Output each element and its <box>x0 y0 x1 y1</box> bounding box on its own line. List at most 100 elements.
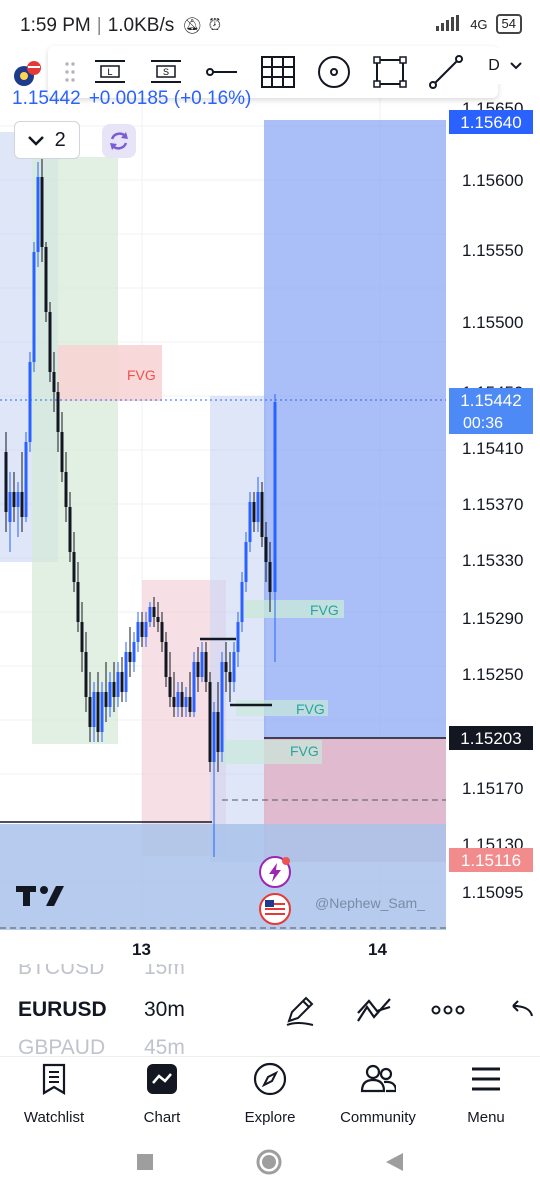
alarm-icon: ⏰︎ <box>208 17 222 34</box>
status-right: 4G 54 <box>436 14 522 34</box>
candle-body <box>144 622 148 637</box>
price-tag-top-blue: 1.15640 <box>449 110 533 134</box>
candle-body <box>56 392 60 432</box>
candle-body <box>60 432 64 472</box>
symbol-price-line: 1.15442 +0.00185 (+0.16%) <box>12 88 259 110</box>
bottom-navigation: Watchlist Chart Explore Community Menu <box>0 1056 540 1128</box>
sync-refresh-button[interactable] <box>102 124 136 158</box>
price-axis-label: 1.15550 <box>462 241 523 260</box>
us-flag-event-icon[interactable] <box>259 893 291 925</box>
time-label: 14 <box>368 940 387 959</box>
candle-body <box>200 652 204 677</box>
sync-icon <box>110 132 128 150</box>
candle-body <box>124 652 128 692</box>
candle-body <box>28 362 32 442</box>
symbol-row[interactable]: BTCUSD 15m <box>18 964 185 982</box>
candle-body <box>80 622 84 652</box>
candle-body <box>8 492 12 522</box>
price-axis-label: 1.15500 <box>462 313 523 332</box>
recent-apps-icon[interactable] <box>135 1152 155 1177</box>
candle-body <box>32 252 36 362</box>
last-price: 1.15442 <box>12 88 81 109</box>
candle-body <box>160 622 164 642</box>
back-icon[interactable] <box>383 1151 405 1178</box>
chevron-down-icon <box>510 57 522 75</box>
candle-body <box>88 697 92 727</box>
svg-text:1.15203: 1.15203 <box>460 729 521 748</box>
circle-icon[interactable] <box>306 48 362 96</box>
candle-body <box>252 502 256 522</box>
candle-body <box>16 492 20 507</box>
compass-icon <box>252 1061 288 1097</box>
candle-body <box>20 492 24 517</box>
fvg-label-green-1: FVG <box>310 602 339 618</box>
candle-body <box>40 177 44 247</box>
flash-alert-icon[interactable] <box>259 856 291 888</box>
symbol-row[interactable]: GBPAUD 45m <box>18 1036 185 1054</box>
candle-body <box>100 692 104 732</box>
candle-body <box>24 442 28 517</box>
symbol-timeframe: 30m <box>144 998 185 1021</box>
price-axis-label: 1.15250 <box>462 665 523 684</box>
candle-body <box>188 697 192 712</box>
indicators-icon[interactable] <box>354 990 394 1030</box>
candle-body <box>204 652 208 682</box>
svg-text:S: S <box>163 67 169 77</box>
chart-icon <box>144 1061 180 1097</box>
price-axis-label: 1.15170 <box>462 779 523 798</box>
candle-body <box>224 662 228 672</box>
candle-body <box>4 452 8 512</box>
candle-body <box>44 247 48 312</box>
panel-tools <box>280 990 468 1030</box>
nav-menu[interactable]: Menu <box>432 1057 540 1128</box>
network-type: 4G <box>470 16 488 32</box>
rectangle-icon[interactable] <box>362 48 418 96</box>
candle-body <box>220 662 224 752</box>
candle-body <box>256 492 260 522</box>
candle-body <box>268 562 272 592</box>
candle-body <box>152 607 156 617</box>
home-icon[interactable] <box>255 1148 283 1181</box>
price-tag-current: 1.15442 00:36 <box>449 388 533 434</box>
nav-chart[interactable]: Chart <box>108 1057 216 1128</box>
symbol-flag-logo[interactable] <box>12 60 42 90</box>
candle-body <box>104 692 108 707</box>
price-axis[interactable]: 1.156501.156001.155501.155001.154501.154… <box>462 99 523 902</box>
candle-body <box>52 372 56 392</box>
chart-canvas[interactable]: FVG FVG FVG FVG @Nephew_Sam_ 1.156501.15… <box>0 52 540 932</box>
pen-icon[interactable] <box>280 990 320 1030</box>
nav-community[interactable]: Community <box>324 1057 432 1128</box>
interval-label: D <box>488 57 500 74</box>
zone-box-blue-bottom <box>0 824 446 930</box>
more-options-icon[interactable] <box>428 990 468 1030</box>
trend-line-icon[interactable] <box>418 48 474 96</box>
candle-body <box>112 682 116 697</box>
price-axis-label: 1.15095 <box>462 883 523 902</box>
chevron-down-icon <box>28 129 45 152</box>
price-axis-label: 1.15600 <box>462 171 523 190</box>
price-tag-dark-line: 1.15203 <box>449 726 533 750</box>
candle-body <box>260 492 264 537</box>
symbol-timeframe: 15m <box>144 964 185 979</box>
candle-body <box>184 697 188 707</box>
candle-body <box>136 622 140 642</box>
candle-body <box>120 672 124 692</box>
fvg-label-green-3: FVG <box>290 743 319 759</box>
candle-body <box>128 652 132 662</box>
svg-text:1.15640: 1.15640 <box>460 113 521 132</box>
battery-icon: 54 <box>495 14 522 34</box>
interval-dropdown[interactable]: D <box>477 48 533 84</box>
layout-selector-button[interactable]: 2 <box>14 121 80 159</box>
nav-explore[interactable]: Explore <box>216 1057 324 1128</box>
price-change: +0.00185 (+0.16%) <box>88 88 252 109</box>
candle-body <box>164 642 168 677</box>
nav-label: Menu <box>467 1109 505 1126</box>
candle-body <box>196 662 200 677</box>
symbol-row-selected[interactable]: EURUSD 30m <box>18 998 185 1028</box>
candle-body <box>36 177 40 252</box>
watermark-text: @Nephew_Sam_ <box>315 895 425 911</box>
undo-icon[interactable] <box>510 996 534 1025</box>
nav-watchlist[interactable]: Watchlist <box>0 1057 108 1128</box>
svg-text:L: L <box>107 67 112 77</box>
status-time: 1:59 PM <box>20 15 91 36</box>
